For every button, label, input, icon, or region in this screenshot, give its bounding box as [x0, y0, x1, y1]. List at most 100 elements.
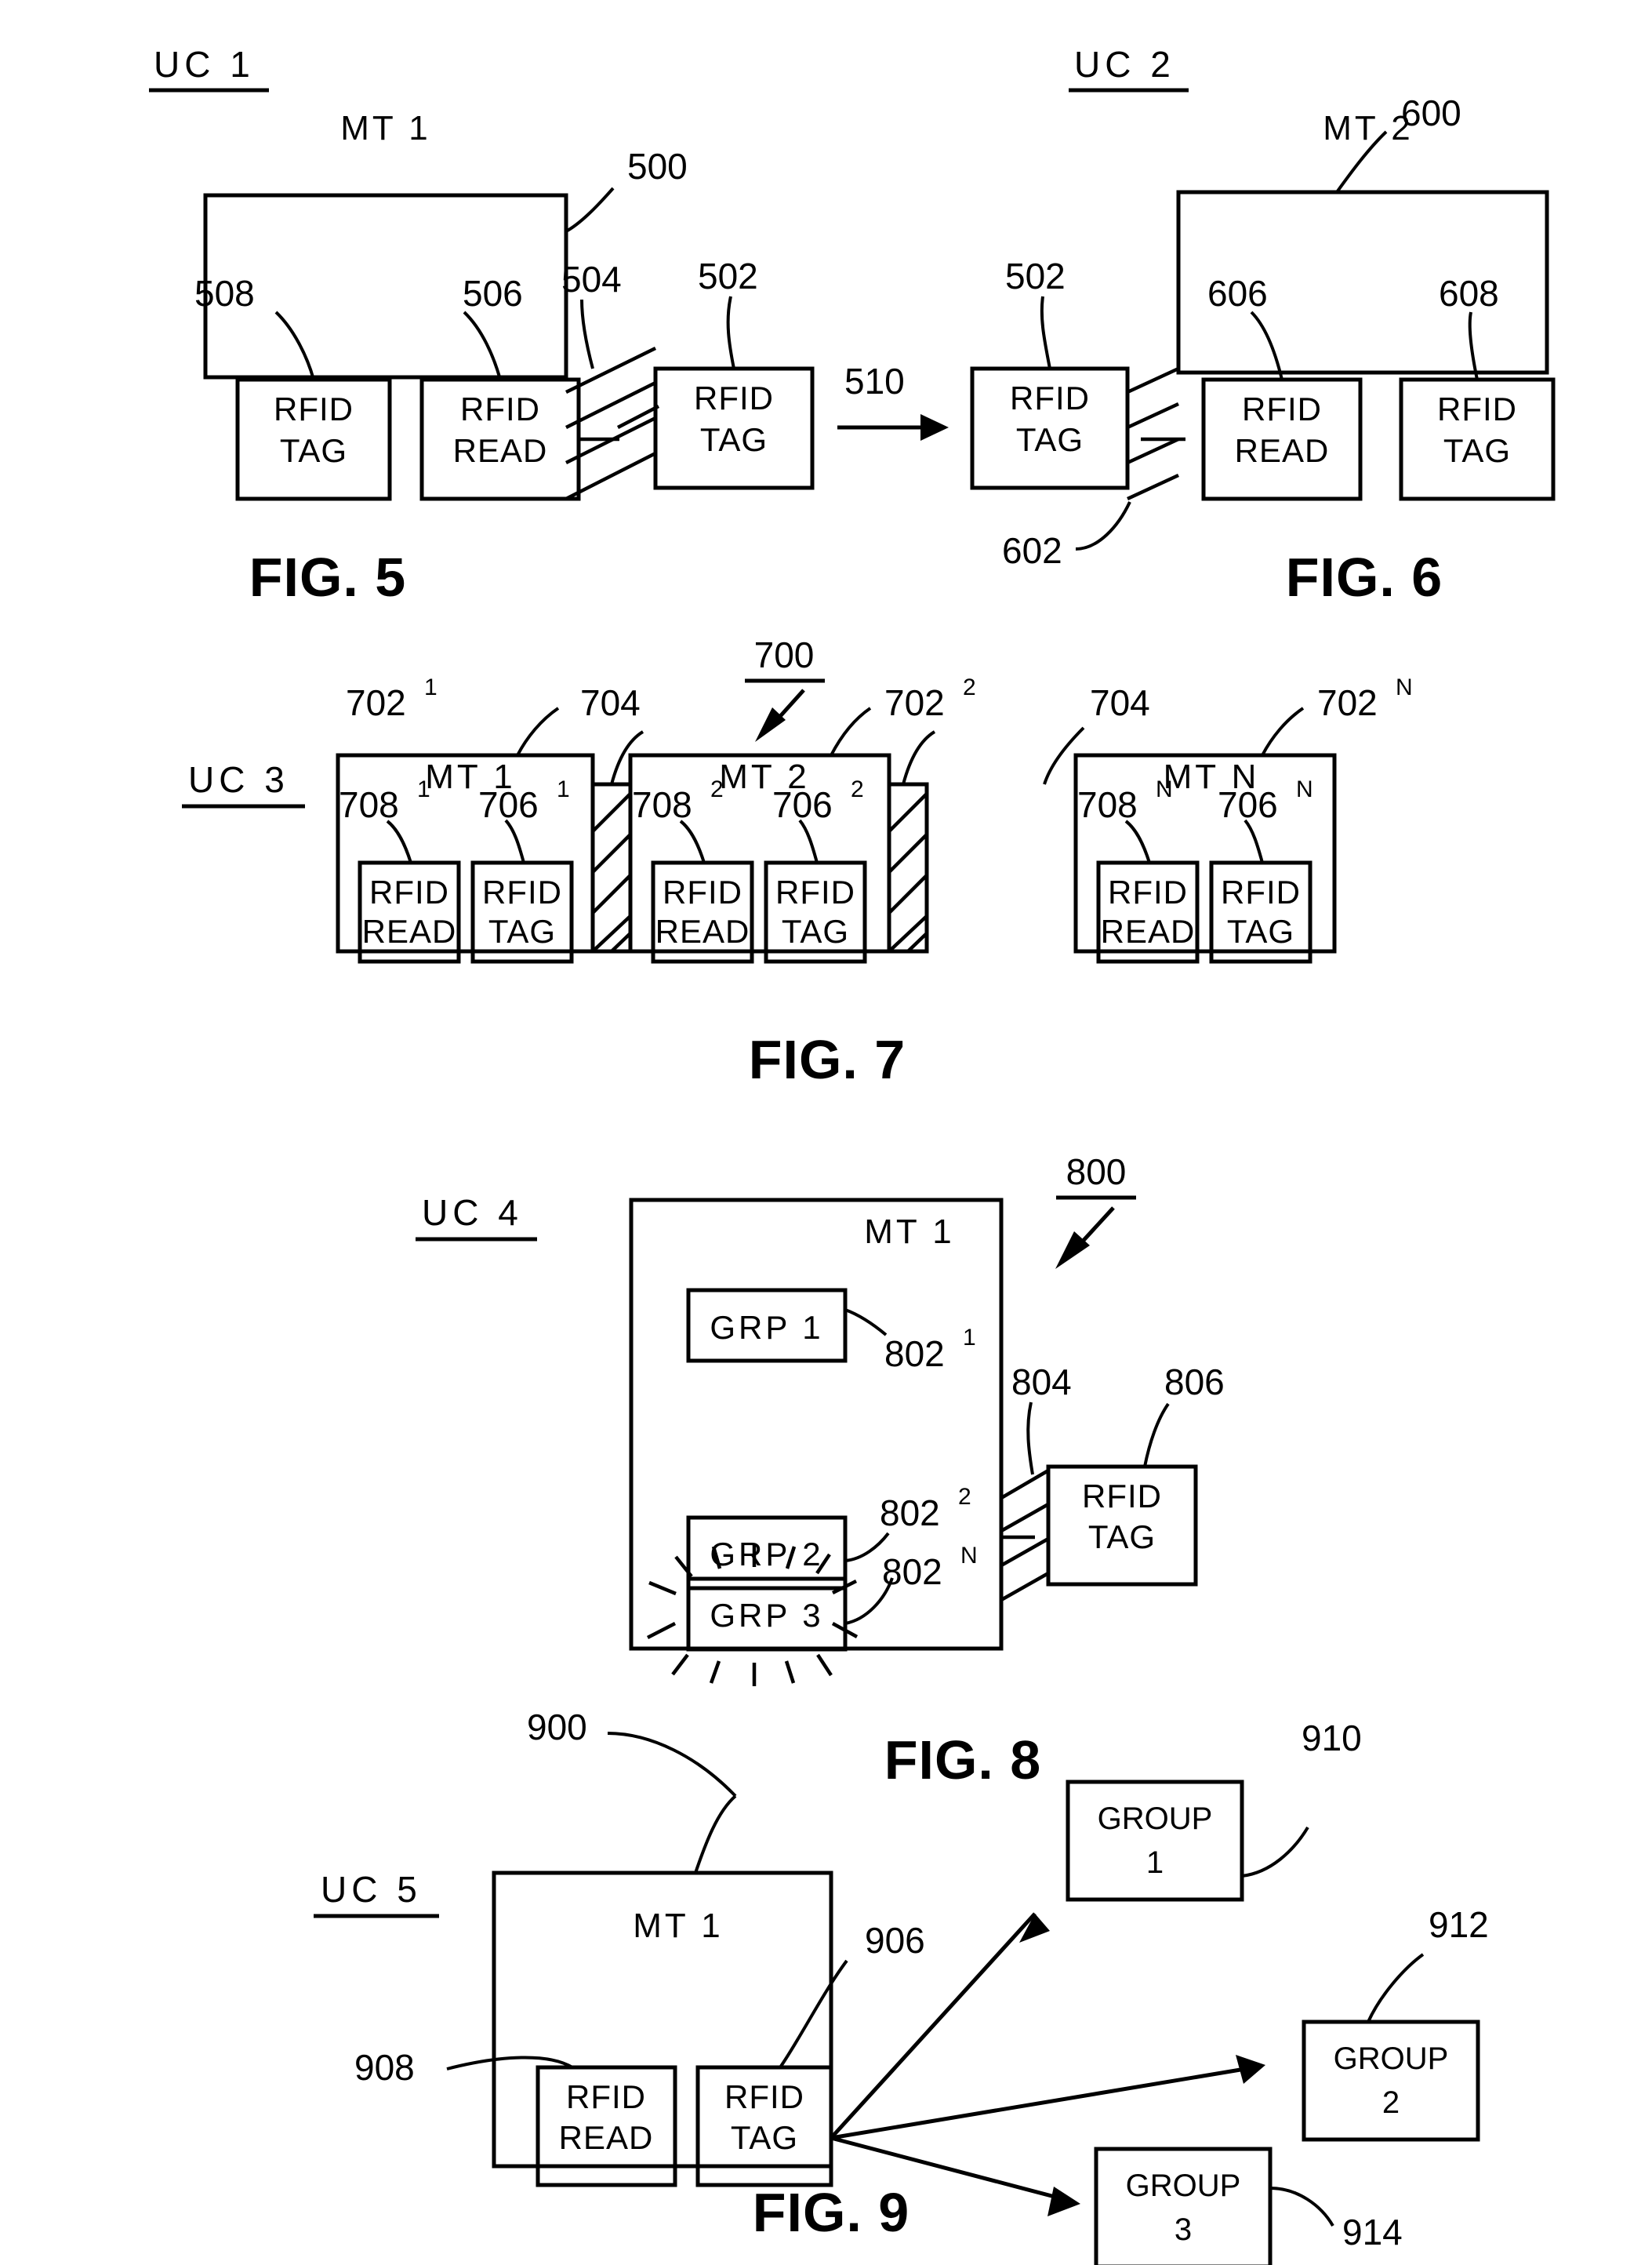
- fig9-terminal-label: MT 1: [633, 1907, 723, 1945]
- figure-8: UC 4 800 MT 1 GRP 1 802 1 GRP 2 802 2 GR…: [416, 1151, 1225, 1791]
- fig9-box-rfid-read-line1: RFID: [566, 2078, 646, 2115]
- fig5-external-box-line2: TAG: [700, 421, 768, 458]
- fig7-leader-704-left: [610, 730, 644, 785]
- fig5-leader-500: [565, 187, 615, 233]
- fig5-leader-508: [274, 311, 315, 380]
- fig6-ref-600: 600: [1401, 93, 1461, 133]
- fig7-ref-706-1-base: 706: [478, 784, 539, 825]
- fig9-ref-906: 906: [865, 1920, 925, 1961]
- fig6-leader-602: [1075, 501, 1131, 551]
- fig6-box-rfid-read-line1: RFID: [1242, 391, 1322, 427]
- fig5-external-box-line1: RFID: [694, 380, 774, 416]
- fig7-t1-box-read-line1: RFID: [369, 874, 449, 911]
- fig8-ref-802-n-base: 802: [882, 1551, 942, 1592]
- fig7-leader-706-n: [1244, 819, 1264, 863]
- fig6-box-rfid-tag-line2: TAG: [1443, 432, 1511, 469]
- fig9-group-1-line2: 1: [1146, 1845, 1164, 1880]
- fig9-leader-906: [779, 1959, 848, 2069]
- fig7-caption: FIG. 7: [749, 1029, 906, 1090]
- fig9-leader-914: [1269, 2187, 1334, 2227]
- fig9-leader-910: [1241, 1826, 1309, 1878]
- fig8-ref-802-n-sup: N: [960, 1543, 978, 1569]
- fig7-tn-box-read-line1: RFID: [1108, 874, 1188, 911]
- fig5-to-fig6-transition: 510: [837, 361, 949, 441]
- fig7-ref-702-1-sup: 1: [424, 674, 438, 700]
- fig7-leader-708-2: [679, 820, 706, 863]
- fig7-ref-708-n-base: 708: [1077, 784, 1138, 825]
- fig9-group-1-line1: GROUP: [1098, 1801, 1213, 1836]
- fig8-external-box-line2: TAG: [1088, 1518, 1156, 1555]
- fig8-ref-804: 804: [1011, 1362, 1072, 1402]
- fig5-ref-506: 506: [463, 273, 523, 314]
- fig5-ref-502: 502: [698, 256, 758, 296]
- fig5-caption: FIG. 5: [249, 547, 406, 608]
- fig7-ref-706-2-sup: 2: [851, 776, 864, 802]
- fig8-group-1-label: GRP 1: [710, 1309, 823, 1346]
- fig7-coupling-right: [887, 782, 929, 954]
- fig8-ref-800: 800: [1066, 1151, 1127, 1192]
- fig6-leader-606: [1250, 311, 1283, 380]
- fig6-leader-608: [1468, 311, 1479, 380]
- fig7-ref-706-n-sup: N: [1296, 776, 1313, 802]
- fig7-leader-706-2: [798, 819, 819, 863]
- fig9-group-3-line2: 3: [1175, 2212, 1192, 2247]
- fig9-group-1-box: [1066, 1780, 1244, 1902]
- figure-6: UC 2 MT 2 600 RFID TAG 502 602 RFID READ…: [970, 44, 1556, 608]
- fig6-ref-502: 502: [1005, 256, 1066, 296]
- fig8-leader-804: [1026, 1402, 1034, 1475]
- fig9-leader-900: [694, 1794, 737, 1874]
- fig8-group-2-label: GRP 2: [710, 1536, 823, 1572]
- fig8-external-box-line1: RFID: [1082, 1478, 1162, 1514]
- fig9-box-rfid-tag-line2: TAG: [731, 2119, 798, 2156]
- fig7-t1-box-tag-line1: RFID: [482, 874, 562, 911]
- fig7-t2-box-read-line2: READ: [655, 913, 750, 950]
- fig7-ref-702-1-base: 702: [346, 682, 406, 723]
- fig8-group-3-label: GRP 3: [710, 1597, 823, 1634]
- fig6-ref-606: 606: [1207, 273, 1268, 314]
- figure-7: UC 3 700 MT 1 702 1 RFID READ 708 1 RFID…: [182, 634, 1413, 1090]
- fig9-group-2-line2: 2: [1382, 2085, 1400, 2120]
- fig5-ref-508: 508: [194, 273, 255, 314]
- fig6-external-box-line2: TAG: [1016, 421, 1084, 458]
- fig5-box-rfid-tag-line1: RFID: [274, 391, 354, 427]
- fig7-ref-706-n-base: 706: [1218, 784, 1278, 825]
- fig8-ref-802-2-base: 802: [880, 1492, 940, 1533]
- fig7-ref-708-n-sup: N: [1156, 776, 1173, 802]
- fig6-caption: FIG. 6: [1286, 547, 1443, 608]
- fig9-ref-910: 910: [1302, 1718, 1362, 1758]
- fig9-usecase-label: UC 5: [321, 1869, 422, 1910]
- fig5-box-rfid-read-line2: READ: [453, 432, 548, 469]
- fig9-ref-914: 914: [1342, 2212, 1403, 2252]
- fig7-leader-706-1: [504, 819, 525, 863]
- fig8-ref-802-1-sup: 1: [963, 1325, 976, 1351]
- fig7-ref-704-left: 704: [580, 682, 641, 723]
- fig7-t2-box-tag-line1: RFID: [775, 874, 855, 911]
- fig9-caption: FIG. 9: [753, 2182, 910, 2243]
- fig7-ref-702-2-sup: 2: [963, 674, 976, 700]
- fig9-group-3-box: [1094, 2147, 1273, 2265]
- fig9-ref-908: 908: [354, 2047, 415, 2088]
- fig7-leader-702-2: [830, 707, 872, 756]
- fig7-t1-box-read-line2: READ: [362, 913, 457, 950]
- fig7-leader-702-1: [516, 707, 560, 756]
- fig6-ref-608: 608: [1439, 273, 1499, 314]
- fig7-ref-700: 700: [754, 634, 815, 675]
- fig8-ref-802-2-sup: 2: [958, 1484, 971, 1510]
- fig7-t1-box-tag-line2: TAG: [488, 913, 556, 950]
- transition-arrowhead: [920, 414, 949, 441]
- fig7-ref-702-n-base: 702: [1317, 682, 1378, 723]
- fig8-coupling-hatch: [1000, 1469, 1050, 1601]
- fig8-leader-802-1: [844, 1308, 888, 1336]
- fig7-tn-box-read-line2: READ: [1101, 913, 1196, 950]
- fig7-coupling-left: [590, 782, 633, 954]
- fig7-leader-702-n: [1261, 707, 1305, 756]
- fig7-ref-708-2-base: 708: [632, 784, 692, 825]
- fig7-ref-706-1-sup: 1: [557, 776, 570, 802]
- fig7-t2-box-read-line1: RFID: [663, 874, 742, 911]
- fig5-leader-502: [726, 296, 735, 369]
- fig8-terminal-label: MT 1: [864, 1212, 954, 1251]
- patent-drawing-sheet: UC 1 MT 1 500 RFID TAG 508 RFID READ 506…: [0, 0, 1652, 2265]
- fig7-ref-702-2-base: 702: [884, 682, 945, 723]
- fig7-leader-708-n: [1124, 820, 1151, 863]
- fig5-terminal-label: MT 1: [340, 109, 430, 147]
